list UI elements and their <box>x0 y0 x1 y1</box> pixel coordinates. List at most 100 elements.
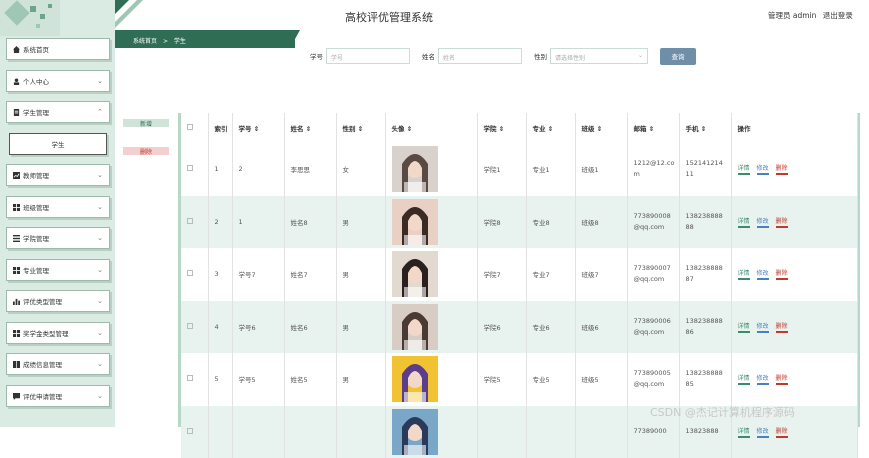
row-delete-button[interactable]: 删除 <box>776 268 788 280</box>
row-checkbox[interactable] <box>181 143 208 196</box>
cell-gender: 男 <box>336 301 385 354</box>
sidebar-item-label: 学生管理 <box>23 107 49 117</box>
edit-button[interactable]: 修改 <box>757 163 769 175</box>
sidebar-item-home[interactable]: 系统首页 <box>6 38 110 60</box>
sidebar-item-teacher-mgmt[interactable]: 教师管理 ⌄ <box>6 164 110 186</box>
cell-avatar <box>385 248 477 301</box>
cell-actions: 详情修改删除 <box>731 301 857 354</box>
cell-phone: 15214121411 <box>679 143 731 196</box>
cell-college <box>477 406 526 458</box>
chevron-down-icon: ⌄ <box>97 203 103 211</box>
page-title: 高校评优管理系统 <box>345 9 433 25</box>
student-id-input[interactable]: 学号 <box>326 48 410 64</box>
sidebar-item-class-mgmt[interactable]: 班级管理 ⌄ <box>6 196 110 218</box>
detail-button[interactable]: 详情 <box>738 216 750 228</box>
cell-name: 姓名7 <box>284 248 336 301</box>
cell-gender: 男 <box>336 248 385 301</box>
row-checkbox[interactable] <box>181 248 208 301</box>
cell-index: 1 <box>208 143 232 196</box>
sidebar-item-grade-mgmt[interactable]: 成绩信息管理 ⌄ <box>6 353 110 375</box>
chart-icon <box>13 172 20 179</box>
cell-index: 2 <box>208 196 232 249</box>
student-id-label: 学号 <box>310 51 323 61</box>
col-student-id[interactable]: 学号 ⇕ <box>232 113 284 143</box>
add-button[interactable]: 新增 <box>123 119 169 127</box>
row-delete-button[interactable]: 删除 <box>776 321 788 333</box>
col-avatar[interactable]: 头像 ⇕ <box>385 113 477 143</box>
table-row: 4学号6姓名6男学院6专业6班级6773890006@qq.com1382388… <box>181 301 857 354</box>
edit-button[interactable]: 修改 <box>757 373 769 385</box>
row-checkbox[interactable] <box>181 301 208 354</box>
col-class[interactable]: 班级 ⇕ <box>575 113 627 143</box>
col-name[interactable]: 姓名 ⇕ <box>284 113 336 143</box>
gender-select-value: 请选择性别 <box>555 55 585 62</box>
row-checkbox[interactable] <box>181 406 208 458</box>
gender-select[interactable]: 请选择性别 ⌄ <box>550 48 648 64</box>
col-college[interactable]: 学院 ⇕ <box>477 113 526 143</box>
cell-college: 学院5 <box>477 353 526 406</box>
col-phone[interactable]: 手机 ⇕ <box>679 113 731 143</box>
row-delete-button[interactable]: 删除 <box>776 373 788 385</box>
detail-button[interactable]: 详情 <box>738 373 750 385</box>
sidebar-item-label: 学院管理 <box>23 233 49 243</box>
sidebar-item-profile[interactable]: 个人中心 ⌄ <box>6 70 110 92</box>
select-all-checkbox[interactable] <box>181 113 208 143</box>
cell-college: 学院7 <box>477 248 526 301</box>
detail-button[interactable]: 详情 <box>738 321 750 333</box>
cell-phone: 13823888886 <box>679 301 731 354</box>
table-row: 3学号7姓名7男学院7专业7班级7773890007@qq.com1382388… <box>181 248 857 301</box>
cell-avatar <box>385 353 477 406</box>
user-icon <box>13 78 20 85</box>
col-gender[interactable]: 性别 ⇕ <box>336 113 385 143</box>
cell-index: 3 <box>208 248 232 301</box>
sidebar-item-scholarship-type-mgmt[interactable]: 奖学金类型管理 ⌄ <box>6 322 110 344</box>
col-email[interactable]: 邮箱 ⇕ <box>627 113 679 143</box>
sidebar-item-label: 系统首页 <box>23 44 49 54</box>
detail-button[interactable]: 详情 <box>738 268 750 280</box>
row-checkbox[interactable] <box>181 196 208 249</box>
cell-avatar <box>385 143 477 196</box>
breadcrumb-home[interactable]: 系统首页 <box>133 38 157 45</box>
sidebar-item-college-mgmt[interactable]: 学院管理 ⌄ <box>6 227 110 249</box>
col-major[interactable]: 专业 ⇕ <box>526 113 575 143</box>
cell-actions: 详情修改删除 <box>731 143 857 196</box>
col-actions: 操作 <box>731 113 857 143</box>
edit-button[interactable]: 修改 <box>757 321 769 333</box>
user-info: 管理员 admin 退出登录 <box>768 10 853 21</box>
col-index: 索引 <box>208 113 232 143</box>
row-checkbox[interactable] <box>181 353 208 406</box>
avatar <box>392 199 438 245</box>
cell-class: 班级6 <box>575 301 627 354</box>
row-delete-button[interactable]: 删除 <box>776 426 788 438</box>
cell-class <box>575 406 627 458</box>
sidebar-subitem-student[interactable]: 学生 <box>9 133 107 155</box>
sidebar-item-major-mgmt[interactable]: 专业管理 ⌄ <box>6 259 110 281</box>
cell-gender: 男 <box>336 196 385 249</box>
avatar <box>392 304 438 350</box>
detail-button[interactable]: 详情 <box>738 426 750 438</box>
detail-button[interactable]: 详情 <box>738 163 750 175</box>
edit-button[interactable]: 修改 <box>757 268 769 280</box>
sidebar-item-label: 学生 <box>52 139 65 149</box>
edit-button[interactable]: 修改 <box>757 426 769 438</box>
cell-phone: 13823888885 <box>679 353 731 406</box>
student-table: 索引 学号 ⇕ 姓名 ⇕ 性别 ⇕ 头像 ⇕ 学院 ⇕ 专业 ⇕ 班级 ⇕ 邮箱… <box>178 113 860 427</box>
sidebar-item-student-mgmt[interactable]: 学生管理 ⌃ <box>6 101 110 123</box>
gender-label: 性别 <box>534 51 547 61</box>
row-delete-button[interactable]: 删除 <box>776 216 788 228</box>
sidebar-item-award-type-mgmt[interactable]: 评优类型管理 ⌄ <box>6 290 110 312</box>
edit-button[interactable]: 修改 <box>757 216 769 228</box>
query-button[interactable]: 查询 <box>660 48 696 65</box>
name-input[interactable]: 姓名 <box>438 48 522 64</box>
list-icon <box>13 235 20 242</box>
user-name: 管理员 admin <box>768 11 816 20</box>
logout-link[interactable]: 退出登录 <box>823 11 853 20</box>
sidebar-item-label: 专业管理 <box>23 265 49 275</box>
delete-button[interactable]: 删除 <box>123 147 169 155</box>
cell-name <box>284 406 336 458</box>
search-bar: 学号 学号 姓名 姓名 性别 请选择性别 ⌄ 查询 <box>310 48 696 64</box>
cell-student-id: 1 <box>232 196 284 249</box>
book-icon <box>13 361 20 368</box>
sidebar-item-award-apply-mgmt[interactable]: 评优申请管理 ⌄ <box>6 385 110 407</box>
row-delete-button[interactable]: 删除 <box>776 163 788 175</box>
